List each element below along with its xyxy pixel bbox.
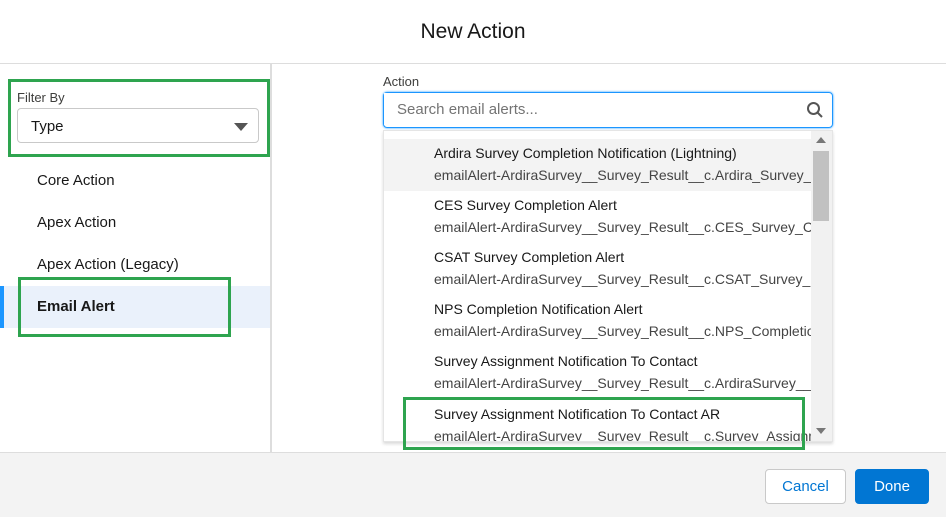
scroll-down-icon[interactable]: [816, 428, 826, 434]
scroll-up-icon[interactable]: [816, 137, 826, 143]
option-subtitle: emailAlert-ArdiraSurvey__Survey_Result__…: [434, 219, 833, 235]
option-item[interactable]: CES Survey Completion Alert emailAlert-Ar…: [384, 191, 833, 243]
modal-footer: Cancel Done: [0, 452, 946, 517]
option-subtitle: emailAlert-ArdiraSurvey__Survey_Result__…: [434, 323, 827, 339]
chevron-down-icon: [234, 123, 248, 131]
filter-value: Type: [31, 118, 64, 135]
filter-highlight: Filter By Type: [8, 79, 270, 157]
nav-core-action[interactable]: Core Action: [0, 160, 270, 202]
filter-label: Filter By: [17, 90, 65, 105]
option-subtitle: emailAlert-ArdiraSurvey__Survey_Result__…: [434, 271, 833, 287]
action-search[interactable]: [383, 92, 833, 128]
search-icon: [807, 102, 823, 118]
option-title: Ardira Survey Completion Notification (L…: [434, 145, 737, 161]
action-options-list: Ardira Survey Completion Notification (L…: [383, 130, 833, 442]
option-title: CES Survey Completion Alert: [434, 197, 617, 213]
cancel-button[interactable]: Cancel: [765, 469, 846, 504]
option-highlight: [403, 397, 805, 450]
email-alert-highlight: [18, 277, 231, 337]
scrollbar[interactable]: [811, 131, 832, 441]
filter-type-select[interactable]: Type: [17, 108, 259, 143]
option-item[interactable]: Ardira Survey Completion Notification (L…: [384, 139, 833, 191]
scrollbar-thumb[interactable]: [813, 151, 829, 221]
action-label: Action: [383, 74, 420, 89]
option-item[interactable]: Survey Assignment Notification To Contac…: [384, 347, 833, 399]
nav-apex-action[interactable]: Apex Action: [0, 202, 270, 244]
option-subtitle: emailAlert-ArdiraSurvey__Survey_Result__…: [434, 167, 833, 183]
action-search-input[interactable]: [384, 93, 784, 125]
option-title: CSAT Survey Completion Alert: [434, 249, 625, 265]
option-title: Survey Assignment Notification To Contac…: [434, 353, 698, 369]
modal-title: New Action: [0, 0, 946, 64]
option-subtitle: emailAlert-ArdiraSurvey__Survey_Result__…: [434, 375, 833, 391]
done-button[interactable]: Done: [855, 469, 929, 504]
option-item[interactable]: CSAT Survey Completion Alert emailAlert-A…: [384, 243, 833, 295]
filter-panel: Filter By Type Core Action Apex Action A…: [0, 64, 272, 452]
option-title: NPS Completion Notification Alert: [434, 301, 643, 317]
option-item[interactable]: NPS Completion Notification Alert emailAl…: [384, 295, 827, 347]
